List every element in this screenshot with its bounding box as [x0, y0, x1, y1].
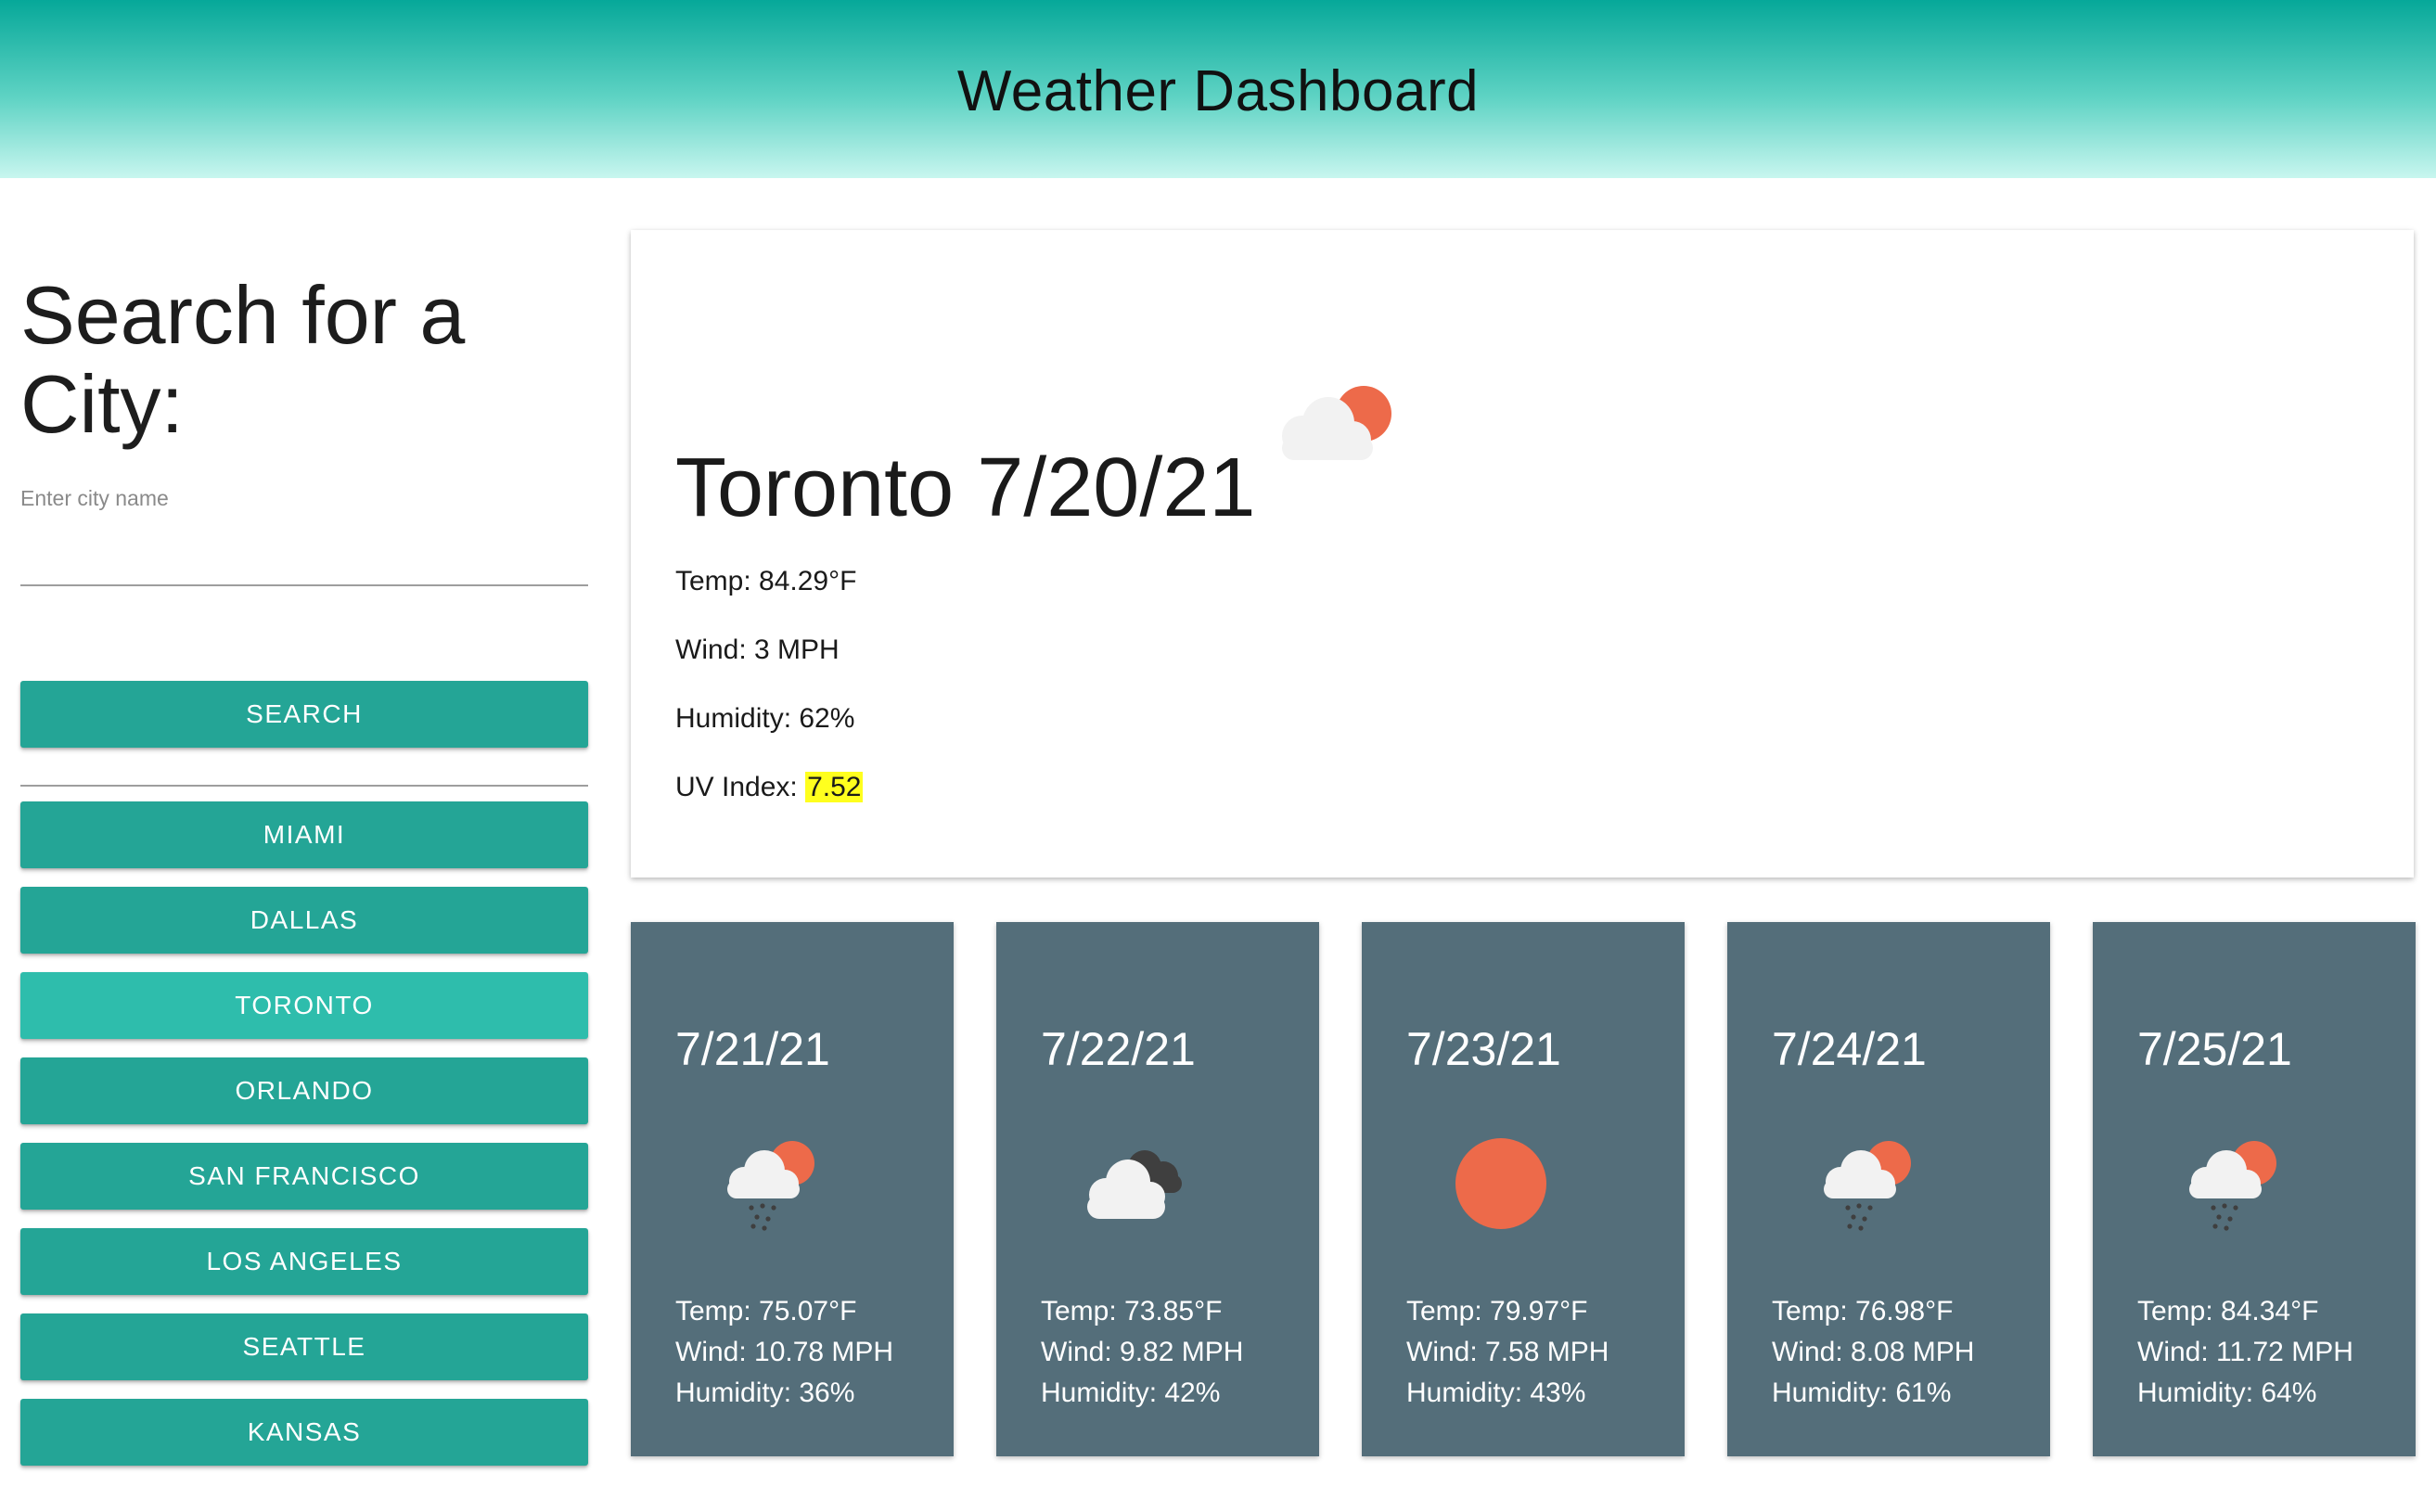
history-city-button[interactable]: SAN FRANCISCO: [20, 1143, 588, 1210]
app-header: Weather Dashboard: [0, 0, 2436, 178]
forecast-date: 7/21/21: [675, 1023, 830, 1075]
search-button[interactable]: SEARCH: [20, 681, 588, 748]
sun-cloud-rain-icon: [1824, 1141, 1911, 1231]
uv-index-badge: 7.52: [805, 772, 864, 802]
forecast-humidity: Humidity: 36%: [675, 1377, 855, 1408]
forecast-stats: Temp: 79.97°F Wind: 7.58 MPH Humidity: 4…: [1406, 1291, 1609, 1414]
history-city-button[interactable]: LOS ANGELES: [20, 1228, 588, 1295]
history-city-button[interactable]: MIAMI: [20, 801, 588, 868]
forecast-card: 7/23/21 Temp: 79.97°F Wind: 7.58 MPH Hum…: [1362, 922, 1685, 1456]
history-divider: [20, 785, 588, 787]
current-humidity: Humidity: 62%: [675, 703, 855, 734]
forecast-temp: Temp: 76.98°F: [1772, 1296, 1954, 1326]
current-temp: Temp: 84.29°F: [675, 566, 857, 596]
forecast-card: 7/24/21 Temp: 76.98°F Wind: 8.08 MPH Hum…: [1727, 922, 2050, 1456]
current-weather-card: Toronto 7/20/21 Temp: 84.29°F Wind: 3 MP…: [631, 230, 2414, 878]
current-uv-index: UV Index: 7.52: [675, 772, 864, 803]
page-title: Weather Dashboard: [956, 58, 1480, 123]
forecast-wind: Wind: 8.08 MPH: [1772, 1337, 1975, 1367]
forecast-date: 7/23/21: [1406, 1023, 1561, 1075]
sun-cloud-rain-icon: [727, 1141, 814, 1231]
forecast-humidity: Humidity: 43%: [1406, 1377, 1586, 1408]
forecast-date: 7/25/21: [2137, 1023, 2292, 1075]
broken-clouds-icon: [1087, 1150, 1182, 1219]
forecast-temp: Temp: 73.85°F: [1041, 1296, 1223, 1326]
forecast-humidity: Humidity: 61%: [1772, 1377, 1952, 1408]
forecast-card: 7/22/21 Temp: 73.85°F Wind: 9.82 MPH Hum…: [996, 922, 1319, 1456]
forecast-wind: Wind: 9.82 MPH: [1041, 1337, 1244, 1367]
history-city-button[interactable]: ORLANDO: [20, 1057, 588, 1124]
history-city-button[interactable]: SEATTLE: [20, 1313, 588, 1380]
forecast-wind: Wind: 11.72 MPH: [2137, 1337, 2353, 1367]
forecast-temp: Temp: 84.34°F: [2137, 1296, 2319, 1326]
history-city-button[interactable]: KANSAS: [20, 1399, 588, 1466]
city-input-label: Enter city name: [20, 486, 169, 510]
sun-behind-cloud-icon: [1282, 386, 1391, 460]
forecast-humidity: Humidity: 64%: [2137, 1377, 2317, 1408]
history-city-button[interactable]: DALLAS: [20, 887, 588, 954]
forecast-card: 7/25/21 Temp: 84.34°F Wind: 11.72 MPH Hu…: [2093, 922, 2416, 1456]
forecast-date: 7/22/21: [1041, 1023, 1196, 1075]
city-search-input[interactable]: [20, 512, 588, 586]
forecast-card: 7/21/21 Temp: 75.07°F Wind: 10.78 MPH Hu…: [631, 922, 954, 1456]
uv-index-label: UV Index:: [675, 772, 806, 802]
search-heading: Search for a City:: [20, 269, 466, 450]
forecast-temp: Temp: 75.07°F: [675, 1296, 857, 1326]
forecast-stats: Temp: 84.34°F Wind: 11.72 MPH Humidity: …: [2137, 1291, 2353, 1414]
forecast-stats: Temp: 73.85°F Wind: 9.82 MPH Humidity: 4…: [1041, 1291, 1243, 1414]
forecast-wind: Wind: 10.78 MPH: [675, 1337, 894, 1367]
current-wind: Wind: 3 MPH: [675, 634, 840, 665]
sun-cloud-rain-icon: [2189, 1141, 2276, 1231]
history-city-button-active[interactable]: TORONTO: [20, 972, 588, 1039]
forecast-stats: Temp: 76.98°F Wind: 8.08 MPH Humidity: 6…: [1772, 1291, 1974, 1414]
forecast-stats: Temp: 75.07°F Wind: 10.78 MPH Humidity: …: [675, 1291, 893, 1414]
forecast-humidity: Humidity: 42%: [1041, 1377, 1221, 1408]
forecast-wind: Wind: 7.58 MPH: [1406, 1337, 1609, 1367]
forecast-temp: Temp: 79.97°F: [1406, 1296, 1588, 1326]
current-city-date: Toronto 7/20/21: [675, 442, 1256, 534]
forecast-date: 7/24/21: [1772, 1023, 1927, 1075]
sun-icon: [1455, 1138, 1546, 1229]
